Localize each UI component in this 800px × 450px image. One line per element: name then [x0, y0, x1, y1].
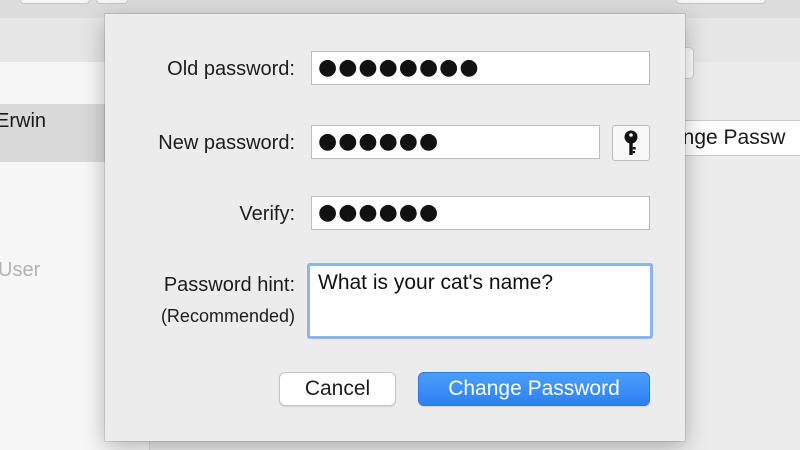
- change-password-button[interactable]: Change Password: [418, 372, 650, 406]
- new-password-label: New password:: [158, 132, 295, 154]
- sidebar-user-name: Erwin: [0, 110, 47, 132]
- verify-password-value: ●●●●●●: [318, 200, 440, 225]
- old-password-label: Old password:: [167, 58, 295, 80]
- password-hint-sublabel: (Recommended): [160, 306, 295, 326]
- old-password-value: ●●●●●●●●: [318, 55, 480, 80]
- cancel-button[interactable]: Cancel: [279, 372, 396, 406]
- verify-label: Verify:: [239, 203, 295, 225]
- titlebar-button[interactable]: [676, 0, 766, 4]
- password-assistant-button[interactable]: [612, 125, 650, 161]
- password-hint-field[interactable]: What is your cat's name?: [307, 263, 653, 339]
- change-password-sheet: Old password: ●●●●●●●● New password: ●●●…: [105, 14, 685, 441]
- titlebar-button[interactable]: [20, 0, 90, 4]
- verify-password-field[interactable]: ●●●●●●: [311, 196, 650, 230]
- sidebar-user-role: User: [0, 259, 41, 281]
- titlebar-button[interactable]: [96, 0, 128, 4]
- new-password-value: ●●●●●●: [318, 129, 440, 154]
- key-icon: [624, 130, 638, 155]
- password-hint-value: What is your cat's name?: [318, 271, 554, 294]
- password-hint-label: Password hint:: [163, 274, 295, 296]
- old-password-field[interactable]: ●●●●●●●●: [311, 51, 650, 85]
- new-password-field[interactable]: ●●●●●●: [311, 125, 600, 159]
